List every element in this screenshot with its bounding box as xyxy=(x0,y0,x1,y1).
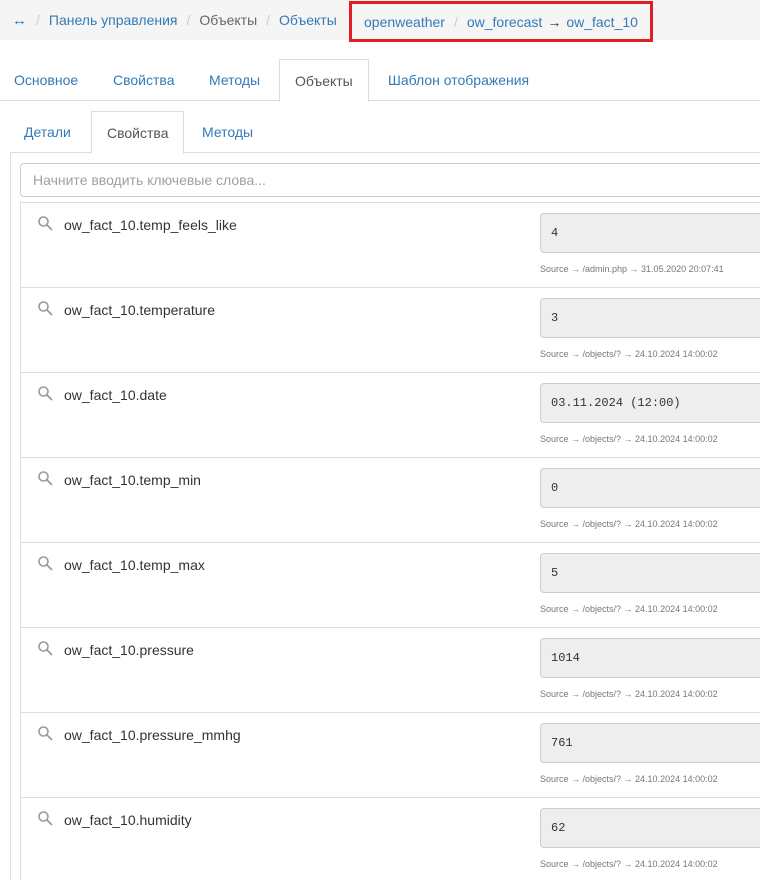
property-name: ow_fact_10.temp_max xyxy=(64,557,205,573)
property-value-input[interactable]: 0 xyxy=(540,468,760,508)
breadcrumb-objects-text: Объекты xyxy=(199,12,258,28)
property-value-input[interactable]: 62 xyxy=(540,808,760,848)
breadcrumb-highlight-box: openweather / ow_forecast → ow_fact_10 xyxy=(349,1,653,42)
property-row: ow_fact_10.temp_feels_like 4 Source → /a… xyxy=(20,203,760,288)
search-icon[interactable] xyxy=(37,300,53,316)
property-name: ow_fact_10.pressure xyxy=(64,642,194,658)
property-value-input[interactable]: 761 xyxy=(540,723,760,763)
property-value-input[interactable]: 5 xyxy=(540,553,760,593)
property-name: ow_fact_10.humidity xyxy=(64,812,192,828)
property-source: Source → /objects/? → 24.10.2024 14:00:0… xyxy=(540,774,718,784)
property-row: ow_fact_10.date 03.11.2024 (12:00) Sourc… xyxy=(20,373,760,458)
property-row: ow_fact_10.temp_min 0 Source → /objects/… xyxy=(20,458,760,543)
property-source: Source → /objects/? → 24.10.2024 14:00:0… xyxy=(540,604,718,614)
subtab-methods[interactable]: Методы xyxy=(202,111,253,153)
property-row: ow_fact_10.temperature 3 Source → /objec… xyxy=(20,288,760,373)
breadcrumb-separator: / xyxy=(453,13,458,30)
property-row: ow_fact_10.humidity 62 Source → /objects… xyxy=(20,798,760,880)
tab-objects[interactable]: Объекты xyxy=(279,59,369,102)
property-row: ow_fact_10.temp_max 5 Source → /objects/… xyxy=(20,543,760,628)
sub-tabs: Детали Свойства Методы xyxy=(10,111,760,154)
search-icon[interactable] xyxy=(37,385,53,401)
breadcrumb-class-link[interactable]: openweather xyxy=(364,14,445,30)
subtab-properties[interactable]: Свойства xyxy=(91,111,185,154)
search-icon[interactable] xyxy=(37,470,53,486)
search-input[interactable] xyxy=(20,163,760,197)
property-value-input[interactable]: 03.11.2024 (12:00) xyxy=(540,383,760,423)
property-name: ow_fact_10.temp_min xyxy=(64,472,201,488)
property-source: Source → /admin.php → 31.05.2020 20:07:4… xyxy=(540,264,724,274)
property-source: Source → /objects/? → 24.10.2024 14:00:0… xyxy=(540,519,718,529)
property-value-input[interactable]: 3 xyxy=(540,298,760,338)
property-name: ow_fact_10.pressure_mmhg xyxy=(64,727,241,743)
property-source: Source → /objects/? → 24.10.2024 14:00:0… xyxy=(540,349,718,359)
breadcrumb-control-panel[interactable]: Панель управления xyxy=(49,12,178,28)
property-row: ow_fact_10.pressure_mmhg 761 Source → /o… xyxy=(20,713,760,798)
search-icon[interactable] xyxy=(37,215,53,231)
property-name: ow_fact_10.date xyxy=(64,387,167,403)
main-tabs: Основное Свойства Методы Объекты Шаблон … xyxy=(0,59,760,102)
arrow-right-icon: → xyxy=(547,13,562,30)
breadcrumb-parent-link[interactable]: ow_forecast xyxy=(467,14,542,30)
search-icon[interactable] xyxy=(37,640,53,656)
search-icon[interactable] xyxy=(37,555,53,571)
expand-arrows-icon[interactable]: ↔ xyxy=(12,12,27,29)
tab-properties[interactable]: Свойства xyxy=(113,59,174,101)
property-name: ow_fact_10.temp_feels_like xyxy=(64,217,237,233)
breadcrumb-separator: / xyxy=(36,12,40,28)
search-icon[interactable] xyxy=(37,810,53,826)
property-value-input[interactable]: 4 xyxy=(540,213,760,253)
breadcrumb-object-link[interactable]: ow_fact_10 xyxy=(566,14,638,30)
search-icon[interactable] xyxy=(37,725,53,741)
property-name: ow_fact_10.temperature xyxy=(64,302,215,318)
breadcrumb-separator: / xyxy=(186,12,191,28)
breadcrumb-objects-link[interactable]: Объекты xyxy=(279,12,337,28)
subtab-details[interactable]: Детали xyxy=(24,111,71,153)
property-list: ow_fact_10.temp_feels_like 4 Source → /a… xyxy=(20,202,760,880)
property-source: Source → /objects/? → 24.10.2024 14:00:0… xyxy=(540,689,718,699)
tab-main[interactable]: Основное xyxy=(14,59,78,101)
property-value-input[interactable]: 1014 xyxy=(540,638,760,678)
tab-template[interactable]: Шаблон отображения xyxy=(388,59,529,101)
property-source: Source → /objects/? → 24.10.2024 14:00:0… xyxy=(540,859,718,869)
tab-methods[interactable]: Методы xyxy=(209,59,260,101)
breadcrumb-separator: / xyxy=(266,12,271,28)
property-source: Source → /objects/? → 24.10.2024 14:00:0… xyxy=(540,434,718,444)
property-row: ow_fact_10.pressure 1014 Source → /objec… xyxy=(20,628,760,713)
